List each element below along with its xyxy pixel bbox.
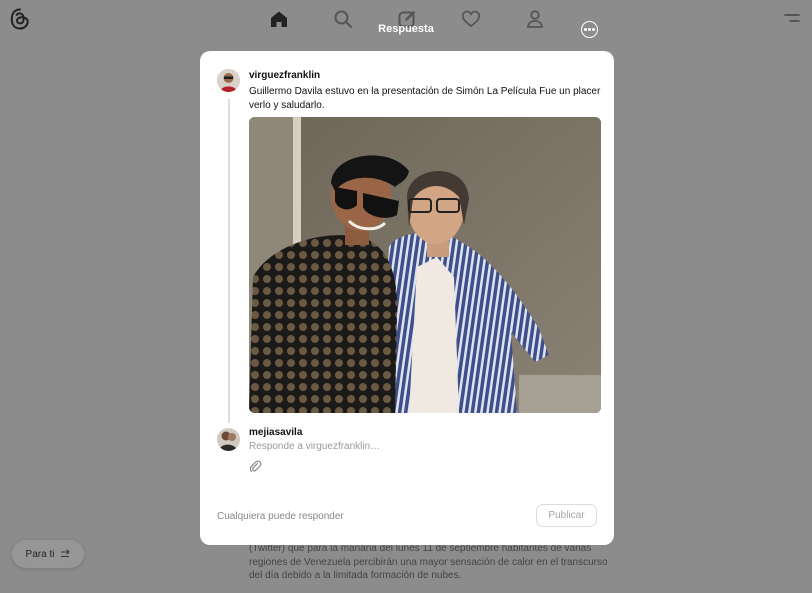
original-author-username[interactable]: virguezfranklin [249,70,320,81]
more-dot-icon [588,28,591,31]
attach-icon[interactable] [249,460,262,473]
dialog-title: Respuesta [378,23,434,35]
more-dot-icon [584,28,587,31]
swap-icon [61,549,71,557]
more-dot-icon [592,28,595,31]
reply-avatar-image [217,428,240,451]
reply-audience-text: Cualquiera puede responder [217,511,344,522]
original-post-text: Guillermo Davila estuvo en la presentaci… [249,86,601,111]
more-options-button[interactable] [581,21,598,38]
reply-dialog: virguezfranklin Guillermo Davila estuvo … [200,51,614,545]
author-avatar-image [217,69,240,92]
background-post-text: (Twitter) que para la mañana del lunes 1… [249,543,608,581]
feed-switch-button[interactable]: Para ti [12,540,84,568]
post-photo[interactable] [249,117,601,413]
reply-author-username: mejiasavila [249,427,303,438]
feed-switch-label: Para ti [25,548,55,560]
original-author-avatar[interactable] [217,69,240,92]
reply-author-avatar[interactable] [217,428,240,451]
post-photo-image [249,117,601,413]
reply-input[interactable] [249,441,549,452]
thread-line [228,99,230,423]
publish-button[interactable]: Publicar [536,504,597,527]
